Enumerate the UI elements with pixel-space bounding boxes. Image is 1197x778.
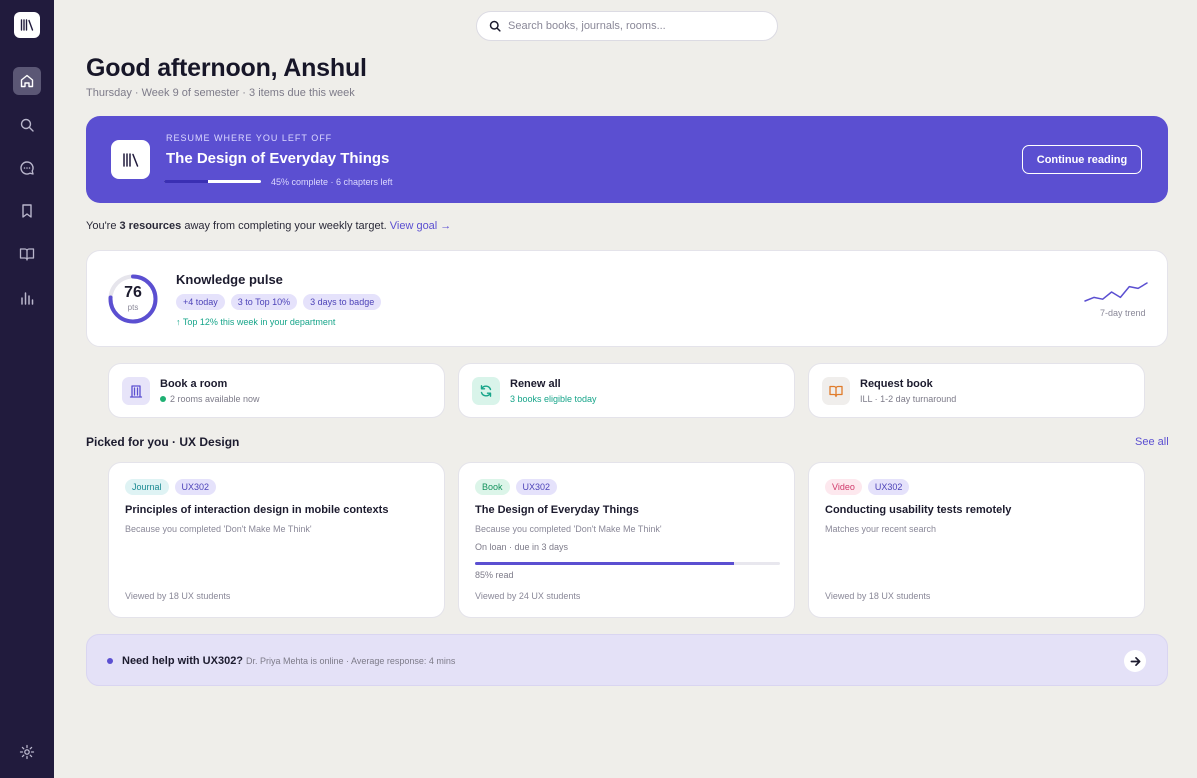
action-subtitle-text: 2 rooms available now xyxy=(170,394,260,404)
action-title: Renew all xyxy=(510,378,561,390)
card-title: Principles of interaction design in mobi… xyxy=(125,504,389,516)
card-title: Conducting usability tests remotely xyxy=(825,504,1012,516)
online-dot-icon xyxy=(107,658,113,664)
card-tags: Journal UX302 xyxy=(125,479,217,495)
recommendation-card[interactable]: Journal UX302 Principles of interaction … xyxy=(108,462,445,618)
card-loan-status: On loan · due in 3 days xyxy=(475,542,569,552)
recommendation-card[interactable]: Video UX302 Conducting usability tests r… xyxy=(808,462,1145,618)
action-title: Book a room xyxy=(160,378,228,390)
recommendation-card[interactable]: Book UX302 The Design of Everyday Things… xyxy=(458,462,795,618)
card-tags: Book UX302 xyxy=(475,479,558,495)
chat-icon xyxy=(20,161,34,175)
target-suffix: away from completing your weekly target. xyxy=(181,220,390,232)
section-title: Picked for you · UX Design xyxy=(86,435,240,449)
action-subtitle: 2 rooms available now xyxy=(160,394,260,404)
knowledge-pulse-card: 76 pts Knowledge pulse +4 today 3 to Top… xyxy=(86,250,1168,347)
pulse-title: Knowledge pulse xyxy=(176,272,283,287)
target-count: 3 resources xyxy=(119,220,182,232)
pulse-note: ↑ Top 12% this week in your department xyxy=(176,317,336,327)
action-title: Request book xyxy=(860,378,933,390)
resume-eyebrow: RESUME WHERE YOU LEFT OFF xyxy=(166,133,333,143)
resume-book-title[interactable]: The Design of Everyday Things xyxy=(166,150,389,167)
nav-home[interactable] xyxy=(13,67,41,95)
weekly-target: You're 3 resources away from completing … xyxy=(86,220,451,232)
sidebar xyxy=(0,0,54,778)
card-progress-bar xyxy=(475,562,780,565)
pulse-chips: +4 today 3 to Top 10% 3 days to badge xyxy=(176,294,382,310)
renew-all-card[interactable]: Renew all 3 books eligible today xyxy=(458,363,795,418)
card-reason: Because you completed 'Don't Make Me Thi… xyxy=(125,524,312,534)
resume-meta: 45% complete · 6 chapters left xyxy=(271,177,393,187)
card-views: Viewed by 18 UX students xyxy=(825,591,931,601)
home-icon xyxy=(20,74,34,88)
nav-search[interactable] xyxy=(13,111,41,139)
help-bar[interactable]: Need help with UX302? Dr. Priya Mehta is… xyxy=(86,634,1168,686)
card-reason: Because you completed 'Don't Make Me Thi… xyxy=(475,524,662,534)
course-tag: UX302 xyxy=(174,479,217,495)
arrow-right-icon xyxy=(1130,656,1140,666)
bar-chart-icon xyxy=(21,292,34,305)
resume-banner: RESUME WHERE YOU LEFT OFF The Design of … xyxy=(86,116,1168,203)
resume-progress-fill xyxy=(164,180,208,183)
search-icon xyxy=(20,118,34,132)
book-open-icon xyxy=(822,377,850,405)
door-icon xyxy=(122,377,150,405)
view-goal-link[interactable]: View goal → xyxy=(390,220,452,232)
type-tag: Book xyxy=(475,479,510,495)
card-views: Viewed by 24 UX students xyxy=(475,591,581,601)
course-tag: UX302 xyxy=(867,479,910,495)
nav-chat[interactable] xyxy=(13,154,41,182)
help-arrow-button[interactable] xyxy=(1124,650,1146,672)
book-open-icon xyxy=(19,248,35,261)
trend-sparkline[interactable] xyxy=(1083,281,1149,303)
pulse-chip: +4 today xyxy=(176,294,225,310)
trend-label: 7-day trend xyxy=(1100,308,1146,318)
pulse-chip: 3 days to badge xyxy=(303,294,382,310)
nav-library[interactable] xyxy=(13,240,41,268)
card-tags: Video UX302 xyxy=(825,479,910,495)
nav-analytics[interactable] xyxy=(13,284,41,312)
pulse-chip: 3 to Top 10% xyxy=(230,294,298,310)
search-bar[interactable] xyxy=(476,11,778,41)
course-tag: UX302 xyxy=(515,479,558,495)
help-subtitle: Dr. Priya Mehta is online · Average resp… xyxy=(246,656,456,666)
availability-dot-icon xyxy=(160,396,166,402)
card-title: The Design of Everyday Things xyxy=(475,504,639,516)
action-subtitle: 3 books eligible today xyxy=(510,394,597,404)
help-title: Need help with UX302? xyxy=(122,655,244,667)
pulse-score: 76 xyxy=(124,284,142,301)
card-views: Viewed by 18 UX students xyxy=(125,591,231,601)
card-reason: Matches your recent search xyxy=(825,524,937,534)
see-all-link[interactable]: See all xyxy=(1135,436,1169,448)
search-input[interactable] xyxy=(508,20,748,32)
type-tag: Journal xyxy=(125,479,169,495)
pulse-unit: pts xyxy=(127,303,139,312)
action-subtitle: ILL · 1-2 day turnaround xyxy=(860,394,957,404)
page-subtitle: Thursday · Week 9 of semester · 3 items … xyxy=(86,87,355,99)
type-tag: Video xyxy=(825,479,862,495)
page-title: Good afternoon, Anshul xyxy=(86,54,367,82)
book-cover-icon xyxy=(111,140,150,179)
continue-reading-button[interactable]: Continue reading xyxy=(1022,145,1142,174)
refresh-icon xyxy=(472,377,500,405)
request-book-card[interactable]: Request book ILL · 1-2 day turnaround xyxy=(808,363,1145,418)
library-logo-icon[interactable] xyxy=(14,12,40,38)
card-progress-fill xyxy=(475,562,735,565)
nav-bookmarks[interactable] xyxy=(13,197,41,225)
gear-icon[interactable] xyxy=(19,744,35,760)
resume-progress-bar xyxy=(164,180,261,183)
target-prefix: You're xyxy=(86,220,120,232)
card-progress-label: 85% read xyxy=(475,570,514,580)
bookmark-icon xyxy=(22,204,32,218)
search-icon xyxy=(489,20,501,32)
book-room-card[interactable]: Book a room 2 rooms available now xyxy=(108,363,445,418)
trend-line xyxy=(1084,282,1148,302)
